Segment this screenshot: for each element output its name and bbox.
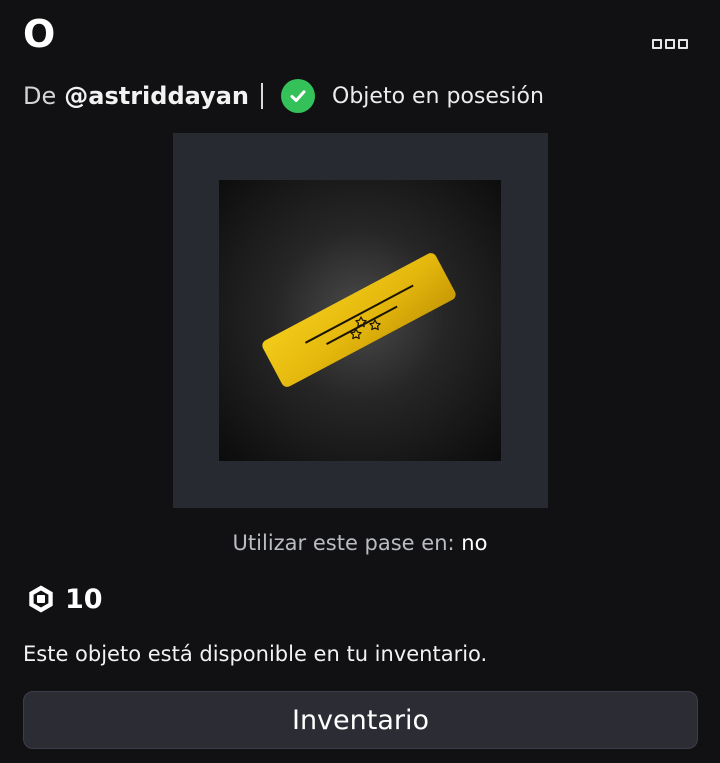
creator-row: De @astriddayan Objeto en posesión — [23, 76, 544, 116]
more-options-icon-dot — [665, 39, 675, 49]
inventory-button[interactable]: Inventario — [23, 691, 698, 749]
creator-prefix: De — [23, 82, 57, 110]
more-options-icon-dot — [678, 39, 688, 49]
use-pass-value: no — [461, 531, 488, 555]
owned-status-label: Objeto en posesión — [332, 83, 544, 109]
more-options-icon — [652, 39, 662, 49]
use-pass-label: Utilizar este pase en: — [232, 531, 455, 555]
checkmark-icon — [281, 79, 316, 113]
item-title: O — [23, 12, 56, 56]
inventory-note: Este objeto está disponible en tu invent… — [23, 642, 488, 666]
robux-icon — [29, 585, 53, 613]
creator-link[interactable]: @astriddayan — [64, 82, 249, 110]
item-thumbnail-frame — [173, 133, 548, 508]
use-pass-row: Utilizar este pase en: no — [0, 527, 720, 559]
price-value: 10 — [65, 583, 103, 615]
creator-divider — [261, 83, 264, 109]
item-thumbnail — [219, 180, 501, 461]
price-row: 10 — [26, 580, 103, 618]
gold-ticket-pass-icon — [262, 253, 456, 387]
checkmark-glyph — [290, 90, 306, 102]
more-options-button[interactable] — [648, 32, 692, 56]
